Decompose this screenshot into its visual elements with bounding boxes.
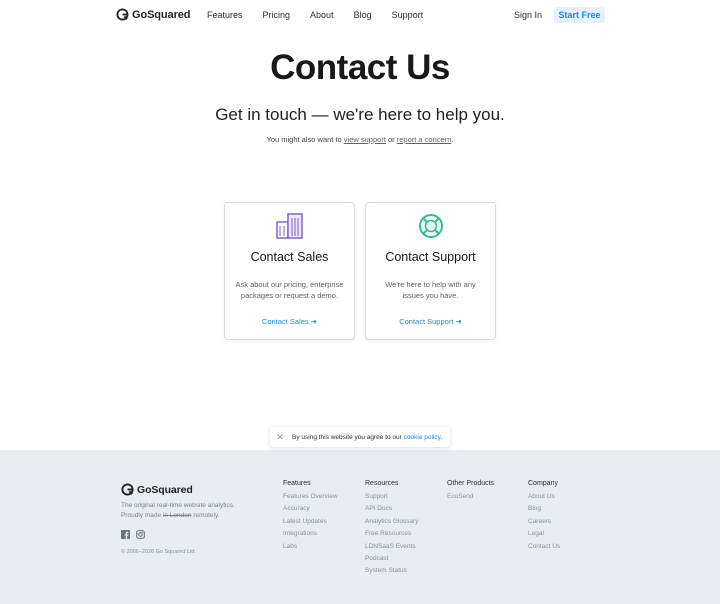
footer-col-other-products: Other Products EcoSend (447, 480, 494, 503)
start-free-button[interactable]: Start Free (554, 7, 605, 23)
main-nav: Features Pricing About Blog Support (207, 10, 443, 20)
sign-in-link[interactable]: Sign In (514, 10, 542, 20)
contact-support-description: We're here to help with any issues you h… (385, 280, 476, 300)
footer-col-title: Company (528, 480, 558, 487)
footer-link[interactable]: API Docs (365, 503, 418, 515)
nav-about[interactable]: About (310, 10, 334, 20)
nav-blog[interactable]: Blog (354, 10, 372, 20)
footer-link[interactable]: Features Overview (283, 491, 338, 503)
cookie-suffix: . (440, 433, 443, 441)
footer-link[interactable]: Analytics Glossary (365, 516, 418, 528)
footer-link[interactable]: Labs (283, 541, 338, 553)
gosquared-logo-icon (116, 8, 129, 21)
contact-support-link[interactable]: Contact Support ➔ (366, 317, 495, 326)
site-footer: GoSquared The original real-time website… (0, 450, 720, 604)
cookie-message: By using this website you agree to our (292, 433, 404, 441)
tagline-strikethrough: in London (162, 512, 192, 519)
footer-col-company: Company About Us Blog Careers Legal Cont… (528, 480, 560, 553)
footer-brand-logo[interactable]: GoSquared (121, 483, 193, 496)
footer-col-resources: Resources Support API Docs Analytics Glo… (365, 480, 418, 578)
footer-col-title: Features (283, 480, 311, 487)
footer-link[interactable]: Blog (528, 503, 560, 515)
contact-support-card[interactable]: Contact Support We're here to help with … (365, 202, 496, 340)
social-links (121, 530, 145, 539)
page-subtitle: Get in touch — we're here to help you. (215, 105, 505, 124)
cookie-banner: ✕ By using this website you agree to our… (270, 427, 450, 447)
nav-features[interactable]: Features (207, 10, 243, 20)
gosquared-logo-icon (121, 483, 134, 496)
brand-logo[interactable]: GoSquared (116, 8, 190, 21)
footer-link[interactable]: Legal (528, 528, 560, 540)
footer-tagline-line2: Proudly made in London remotely. (121, 511, 235, 521)
close-icon[interactable]: ✕ (270, 432, 290, 443)
tagline-remotely: remotely. (191, 512, 220, 519)
page-note: You might also want to view support or r… (0, 135, 720, 144)
page-title: Contact Us (270, 48, 450, 87)
footer-link[interactable]: Support (365, 491, 418, 503)
footer-link[interactable]: System Status (365, 565, 418, 577)
footer-link[interactable]: About Us (528, 491, 560, 503)
nav-pricing[interactable]: Pricing (263, 10, 291, 20)
footer-link[interactable]: Contact Us (528, 541, 560, 553)
lifebuoy-icon (418, 214, 443, 238)
facebook-icon[interactable] (121, 530, 130, 539)
footer-col-title: Resources (365, 480, 399, 487)
contact-sales-link[interactable]: Contact Sales ➔ (225, 317, 354, 326)
nav-support[interactable]: Support (392, 10, 424, 20)
footer-link[interactable]: Careers (528, 516, 560, 528)
note-suffix: . (451, 135, 454, 144)
footer-link[interactable]: LDNSaaS Events (365, 541, 418, 553)
footer-link[interactable]: Accuracy (283, 503, 338, 515)
footer-link[interactable]: Podcast (365, 553, 418, 565)
note-prefix: You might also want to (266, 135, 344, 144)
footer-link[interactable]: EcoSend (447, 491, 494, 503)
cookie-policy-link[interactable]: cookie policy (404, 434, 441, 441)
instagram-icon[interactable] (136, 530, 145, 539)
brand-name: GoSquared (132, 8, 191, 21)
view-support-link[interactable]: view support (344, 135, 386, 144)
copyright: © 2006–2026 Go Squared Ltd. (121, 549, 196, 555)
footer-link[interactable]: Integrations (283, 528, 338, 540)
site-header: GoSquared Features Pricing About Blog Su… (0, 0, 720, 30)
report-concern-link[interactable]: report a concern (397, 135, 452, 144)
footer-tagline: The original real-time website analytics… (121, 501, 235, 521)
footer-brand-name: GoSquared (137, 483, 193, 496)
cookie-text: By using this website you agree to our c… (292, 434, 442, 441)
footer-col-title: Other Products (447, 480, 495, 487)
footer-col-features: Features Features Overview Accuracy Late… (283, 480, 338, 553)
footer-link[interactable]: Latest Updates (283, 516, 338, 528)
note-mid: or (385, 135, 397, 144)
footer-tagline-line1: The original real-time website analytics… (121, 502, 235, 509)
contact-support-title: Contact Support (385, 250, 476, 264)
contact-sales-card[interactable]: Contact Sales Ask about our pricing, ent… (224, 202, 355, 340)
tagline-made: Proudly made (121, 512, 163, 519)
contact-sales-description: Ask about our pricing, enterprise packag… (235, 280, 344, 300)
footer-link[interactable]: Free Resources (365, 528, 418, 540)
buildings-icon (275, 213, 303, 239)
contact-sales-title: Contact Sales (250, 250, 329, 264)
